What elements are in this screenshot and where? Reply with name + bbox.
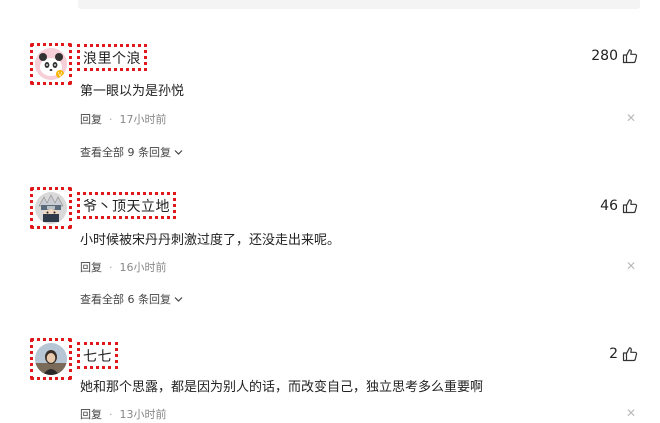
timestamp: 13小时前 (119, 408, 167, 421)
view-replies-label: 查看全部 6 条回复 (80, 293, 171, 306)
comment-text: 她和那个思露，都是因为别人的话，而改变自己，独立思考多么重要啊 (80, 380, 484, 395)
avatar[interactable] (35, 343, 67, 375)
separator-dot: · (109, 407, 113, 421)
like-count: 46 (600, 198, 618, 214)
comment-item: 七七 2 她和那个思露，都是因为别人的话，而改变自己，独立思考多么重要啊 回复 … (0, 0, 660, 421)
like-button[interactable]: 46 (600, 198, 638, 214)
like-count: 2 (609, 346, 618, 362)
reply-button[interactable]: 回复 (80, 406, 102, 422)
avatar[interactable] (35, 192, 67, 224)
chevron-down-icon (174, 149, 183, 155)
view-replies-link[interactable]: 查看全部 9 条回复 (80, 144, 183, 160)
close-icon[interactable]: ✕ (626, 406, 636, 420)
like-button[interactable]: 2 (609, 346, 638, 362)
comment-meta: 回复 · 16小时前 (80, 259, 167, 275)
close-icon[interactable]: ✕ (626, 259, 636, 273)
ninja-avatar-icon (35, 192, 67, 224)
reply-button[interactable]: 回复 (80, 259, 102, 275)
username[interactable]: 爷丶顶天立地 (83, 196, 170, 216)
avatar-highlight (30, 187, 72, 229)
username-highlight: 七七 (77, 342, 118, 369)
comment-text: 小时候被宋丹丹刺激过度了，还没走出来呢。 (80, 233, 341, 248)
separator-dot: · (109, 260, 113, 274)
comment-meta: 回复 · 13小时前 (80, 406, 167, 422)
view-replies-link[interactable]: 查看全部 6 条回复 (80, 291, 183, 307)
username[interactable]: 七七 (83, 346, 112, 366)
thumbs-up-icon (622, 347, 638, 362)
photo-avatar-icon (35, 343, 67, 375)
username-highlight: 爷丶顶天立地 (77, 192, 176, 219)
avatar-highlight (30, 338, 72, 380)
view-replies-label: 查看全部 9 条回复 (80, 146, 171, 159)
thumbs-up-icon (622, 199, 638, 214)
timestamp: 16小时前 (119, 261, 167, 274)
chevron-down-icon (174, 296, 183, 302)
